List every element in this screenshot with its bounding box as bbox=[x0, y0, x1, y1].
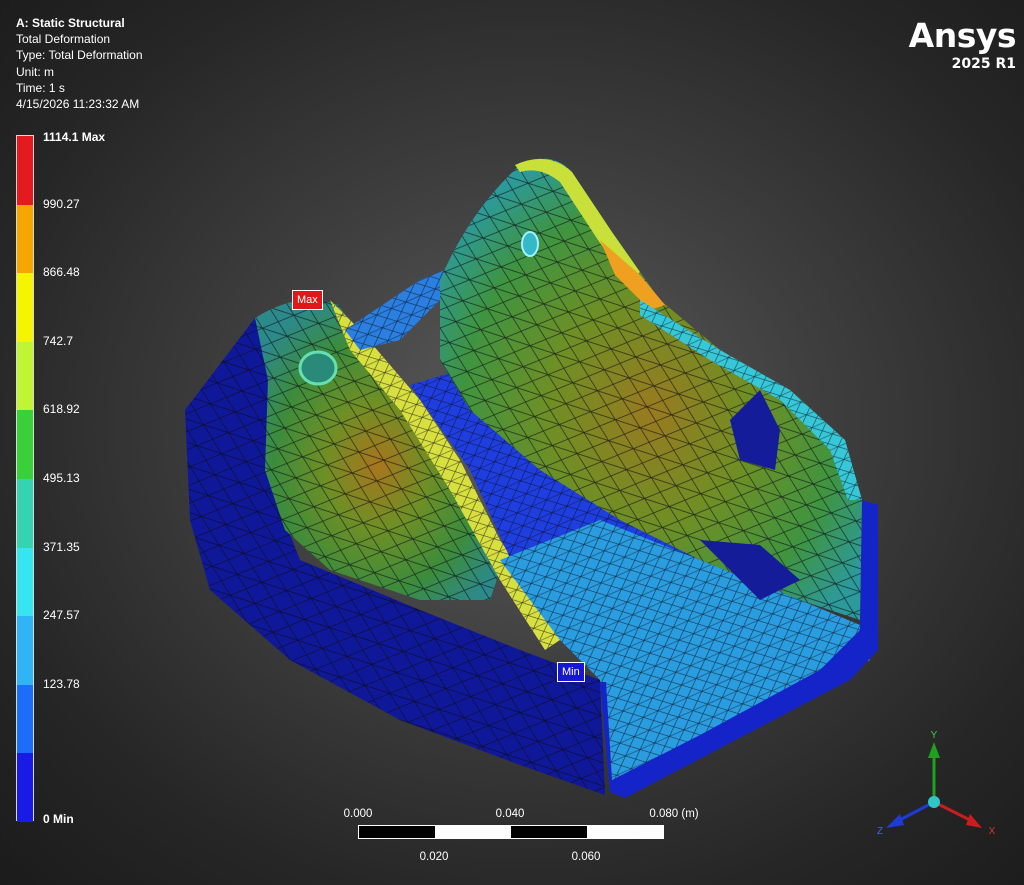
legend-label: 495.13 bbox=[43, 471, 80, 485]
legend-band bbox=[17, 684, 33, 754]
color-legend[interactable] bbox=[16, 135, 34, 823]
x-axis-arrow bbox=[966, 814, 982, 828]
scale-label-080: 0.080 (m) bbox=[649, 808, 699, 820]
legend-label: 371.35 bbox=[43, 539, 80, 554]
z-axis-label: Z bbox=[877, 826, 883, 837]
ansys-logo: Ansys bbox=[908, 16, 1017, 55]
legend-label: 618.92 bbox=[43, 402, 80, 417]
legend-label: 990.27 bbox=[43, 196, 80, 211]
y-axis-arrow bbox=[928, 742, 940, 758]
analysis-title: A: Static Structural bbox=[16, 16, 125, 30]
axis-triad[interactable]: Y X Z bbox=[870, 728, 1010, 848]
ansys-brand: Ansys 2025 R1 bbox=[908, 16, 1017, 73]
x-axis-line bbox=[933, 800, 975, 824]
min-probe-label[interactable]: Min bbox=[557, 662, 585, 682]
scale-bar bbox=[358, 825, 664, 839]
legend-band bbox=[17, 479, 33, 549]
legend-label: 247.57 bbox=[43, 608, 80, 623]
legend-band bbox=[17, 616, 33, 686]
scale-label-020: 0.020 bbox=[419, 851, 449, 863]
ansys-version: 2025 R1 bbox=[951, 56, 1016, 72]
scale-label-0: 0.000 bbox=[343, 808, 373, 820]
result-type: Type: Total Deformation bbox=[16, 48, 143, 63]
result-unit: Unit: m bbox=[16, 64, 55, 79]
legend-label: 123.78 bbox=[43, 676, 80, 691]
result-time: Time: 1 s bbox=[16, 80, 65, 95]
legend-label: 866.48 bbox=[43, 265, 80, 280]
result-timestamp: 4/15/2026 11:23:32 AM bbox=[16, 97, 140, 112]
z-axis-arrow bbox=[886, 814, 904, 828]
scale-label-040: 0.040 bbox=[495, 808, 525, 820]
result-info: A: Static Structural Total Deformation T… bbox=[16, 15, 143, 112]
scale-label-060: 0.060 bbox=[571, 851, 601, 863]
result-name: Total Deformation bbox=[16, 32, 111, 47]
y-axis-label: Y bbox=[931, 730, 938, 741]
legend-band bbox=[17, 136, 33, 206]
legend-band bbox=[17, 273, 33, 343]
triad-origin bbox=[928, 796, 940, 808]
legend-label: 742.7 bbox=[43, 333, 74, 348]
legend-band bbox=[17, 753, 33, 823]
legend-band bbox=[17, 547, 33, 617]
x-axis-label: X bbox=[989, 826, 996, 837]
legend-label: 0 Min bbox=[43, 812, 74, 826]
legend-label: 1114.1 Max bbox=[43, 130, 106, 144]
legend-band bbox=[17, 410, 33, 480]
max-probe-label[interactable]: Max bbox=[292, 290, 323, 310]
legend-band bbox=[17, 341, 33, 411]
legend-band bbox=[17, 204, 33, 274]
